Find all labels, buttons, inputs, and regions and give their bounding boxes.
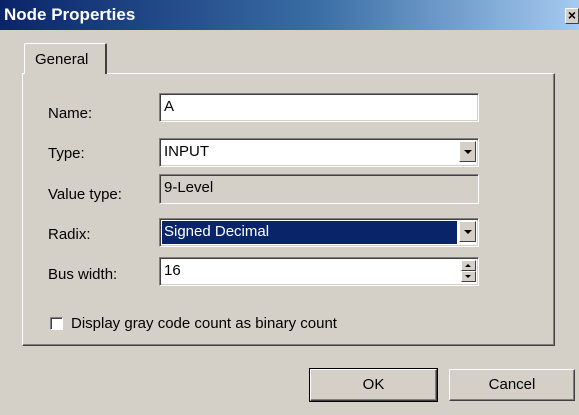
- cancel-button[interactable]: Cancel: [449, 369, 575, 401]
- tab-general[interactable]: General: [24, 43, 107, 74]
- gray-code-checkbox[interactable]: [50, 317, 63, 330]
- radix-selection-highlight: Signed Decimal: [162, 221, 457, 244]
- node-properties-dialog: Node Properties × General Name: A Type: …: [0, 0, 579, 415]
- radix-value: Signed Decimal: [164, 223, 270, 240]
- window-title: Node Properties: [4, 5, 136, 24]
- spin-up-button[interactable]: [461, 260, 476, 271]
- spin-down-button[interactable]: [461, 271, 476, 282]
- name-input[interactable]: A: [159, 93, 479, 122]
- radix-select[interactable]: Signed Decimal: [159, 218, 479, 247]
- radix-dropdown-button[interactable]: [459, 221, 476, 242]
- bus-width-label: Bus width:: [48, 266, 118, 283]
- gray-code-checkbox-label[interactable]: Display gray code count as binary count: [71, 315, 337, 332]
- name-label: Name:: [48, 105, 93, 122]
- close-icon: ×: [567, 7, 577, 23]
- type-label: Type:: [48, 145, 85, 162]
- type-select[interactable]: INPUT: [159, 138, 479, 167]
- tab-general-label: General: [35, 51, 89, 68]
- value-type-label: Value type:: [48, 186, 122, 203]
- value-type-value: 9-Level: [164, 179, 214, 196]
- name-value: A: [164, 98, 175, 115]
- type-dropdown-button[interactable]: [459, 141, 476, 162]
- radix-label: Radix:: [48, 226, 91, 243]
- type-value: INPUT: [164, 143, 209, 160]
- bus-width-stepper[interactable]: 16: [159, 257, 479, 286]
- bus-width-value: 16: [164, 262, 181, 279]
- close-button[interactable]: ×: [565, 8, 579, 24]
- value-type-field: 9-Level: [159, 174, 479, 204]
- title-bar[interactable]: Node Properties ×: [0, 0, 579, 30]
- ok-button[interactable]: OK: [309, 368, 438, 402]
